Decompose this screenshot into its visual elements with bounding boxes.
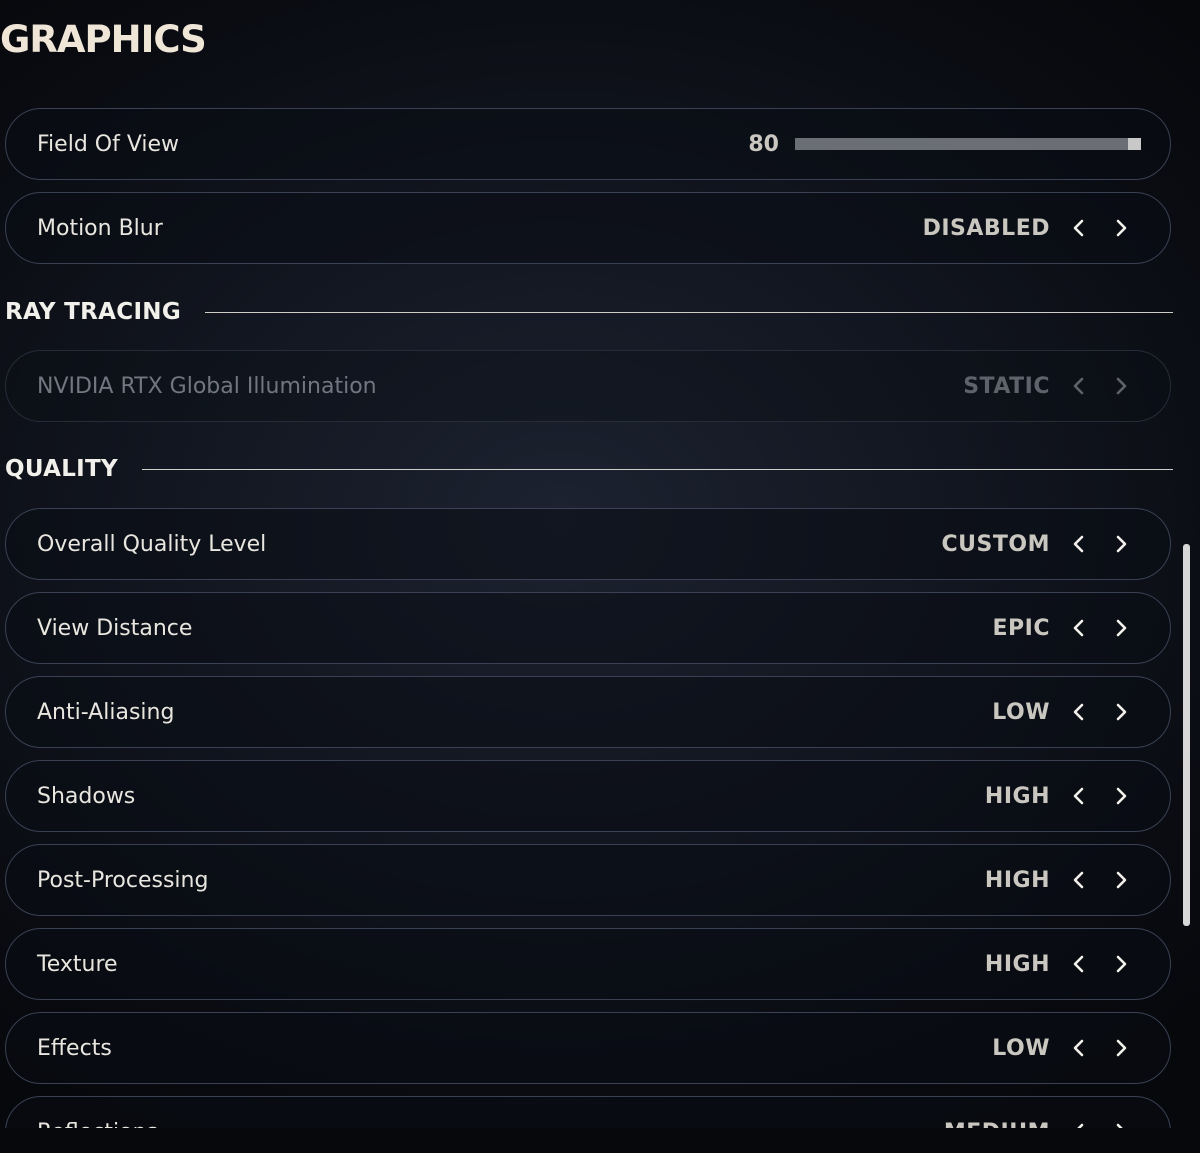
- chevron-right-icon[interactable]: [1104, 695, 1138, 729]
- chevron-left-icon: [1062, 369, 1096, 403]
- section-divider: [205, 311, 1173, 313]
- chevron-left-icon[interactable]: [1062, 863, 1096, 897]
- chevron-right-icon[interactable]: [1104, 779, 1138, 813]
- setting-value: MEDIUM: [944, 1120, 1050, 1129]
- setting-value: HIGH: [984, 951, 1050, 977]
- setting-row-anti-aliasing[interactable]: Anti-Aliasing LOW: [5, 676, 1171, 748]
- chevron-left-icon[interactable]: [1062, 1031, 1096, 1065]
- fov-slider[interactable]: [795, 138, 1141, 150]
- setting-row-motion-blur[interactable]: Motion Blur DISABLED: [5, 192, 1171, 264]
- setting-row-view-distance[interactable]: View Distance EPIC: [5, 592, 1171, 664]
- fov-slider-thumb[interactable]: [1128, 138, 1141, 150]
- chevron-left-icon[interactable]: [1062, 1115, 1096, 1128]
- setting-label: Post-Processing: [37, 867, 209, 893]
- setting-value: HIGH: [984, 867, 1050, 893]
- scrollbar-thumb[interactable]: [1183, 544, 1190, 926]
- chevron-right-icon[interactable]: [1104, 863, 1138, 897]
- section-header-quality: QUALITY: [5, 454, 1173, 484]
- chevron-left-icon[interactable]: [1062, 695, 1096, 729]
- setting-row-field-of-view[interactable]: Field Of View 80: [5, 108, 1171, 180]
- chevron-right-icon[interactable]: [1104, 1031, 1138, 1065]
- chevron-right-icon[interactable]: [1104, 611, 1138, 645]
- setting-value: DISABLED: [922, 215, 1050, 241]
- bottom-edge: [0, 1128, 1200, 1153]
- setting-row-shadows[interactable]: Shadows HIGH: [5, 760, 1171, 832]
- chevron-right-icon[interactable]: [1104, 211, 1138, 245]
- setting-label: Effects: [37, 1035, 112, 1061]
- setting-row-rtx-global-illumination: NVIDIA RTX Global Illumination STATIC: [5, 350, 1171, 422]
- setting-label: Reflections: [37, 1120, 158, 1129]
- setting-label: Overall Quality Level: [37, 531, 267, 557]
- setting-value: EPIC: [992, 615, 1050, 641]
- setting-value: LOW: [992, 699, 1050, 725]
- chevron-left-icon[interactable]: [1062, 527, 1096, 561]
- section-header-ray-tracing: RAY TRACING: [5, 297, 1173, 327]
- chevron-left-icon[interactable]: [1062, 779, 1096, 813]
- section-label: QUALITY: [5, 456, 118, 482]
- setting-label: Anti-Aliasing: [37, 699, 175, 725]
- setting-value: LOW: [992, 1035, 1050, 1061]
- chevron-right-icon[interactable]: [1104, 947, 1138, 981]
- setting-row-post-processing[interactable]: Post-Processing HIGH: [5, 844, 1171, 916]
- setting-row-reflections[interactable]: Reflections MEDIUM: [5, 1096, 1171, 1128]
- section-label: RAY TRACING: [5, 299, 182, 325]
- setting-row-texture[interactable]: Texture HIGH: [5, 928, 1171, 1000]
- section-divider: [141, 468, 1173, 470]
- fov-value: 80: [748, 131, 779, 157]
- setting-row-effects[interactable]: Effects LOW: [5, 1012, 1171, 1084]
- chevron-left-icon[interactable]: [1062, 947, 1096, 981]
- chevron-left-icon[interactable]: [1062, 611, 1096, 645]
- setting-value: STATIC: [963, 373, 1050, 399]
- setting-label: Texture: [37, 951, 118, 977]
- setting-label: Motion Blur: [37, 215, 163, 241]
- chevron-right-icon[interactable]: [1104, 527, 1138, 561]
- page-title: GRAPHICS: [0, 18, 207, 61]
- fov-slider-fill: [795, 138, 1141, 150]
- chevron-right-icon[interactable]: [1104, 1115, 1138, 1128]
- setting-label: NVIDIA RTX Global Illumination: [37, 373, 377, 399]
- setting-value: CUSTOM: [941, 531, 1050, 557]
- chevron-left-icon[interactable]: [1062, 211, 1096, 245]
- setting-value: HIGH: [984, 783, 1050, 809]
- chevron-right-icon: [1104, 369, 1138, 403]
- setting-label: Shadows: [37, 783, 136, 809]
- setting-row-overall-quality-level[interactable]: Overall Quality Level CUSTOM: [5, 508, 1171, 580]
- setting-label: Field Of View: [37, 131, 180, 157]
- setting-label: View Distance: [37, 615, 193, 641]
- settings-panel: GRAPHICS Field Of View 80 Motion Blur DI…: [0, 0, 1200, 1128]
